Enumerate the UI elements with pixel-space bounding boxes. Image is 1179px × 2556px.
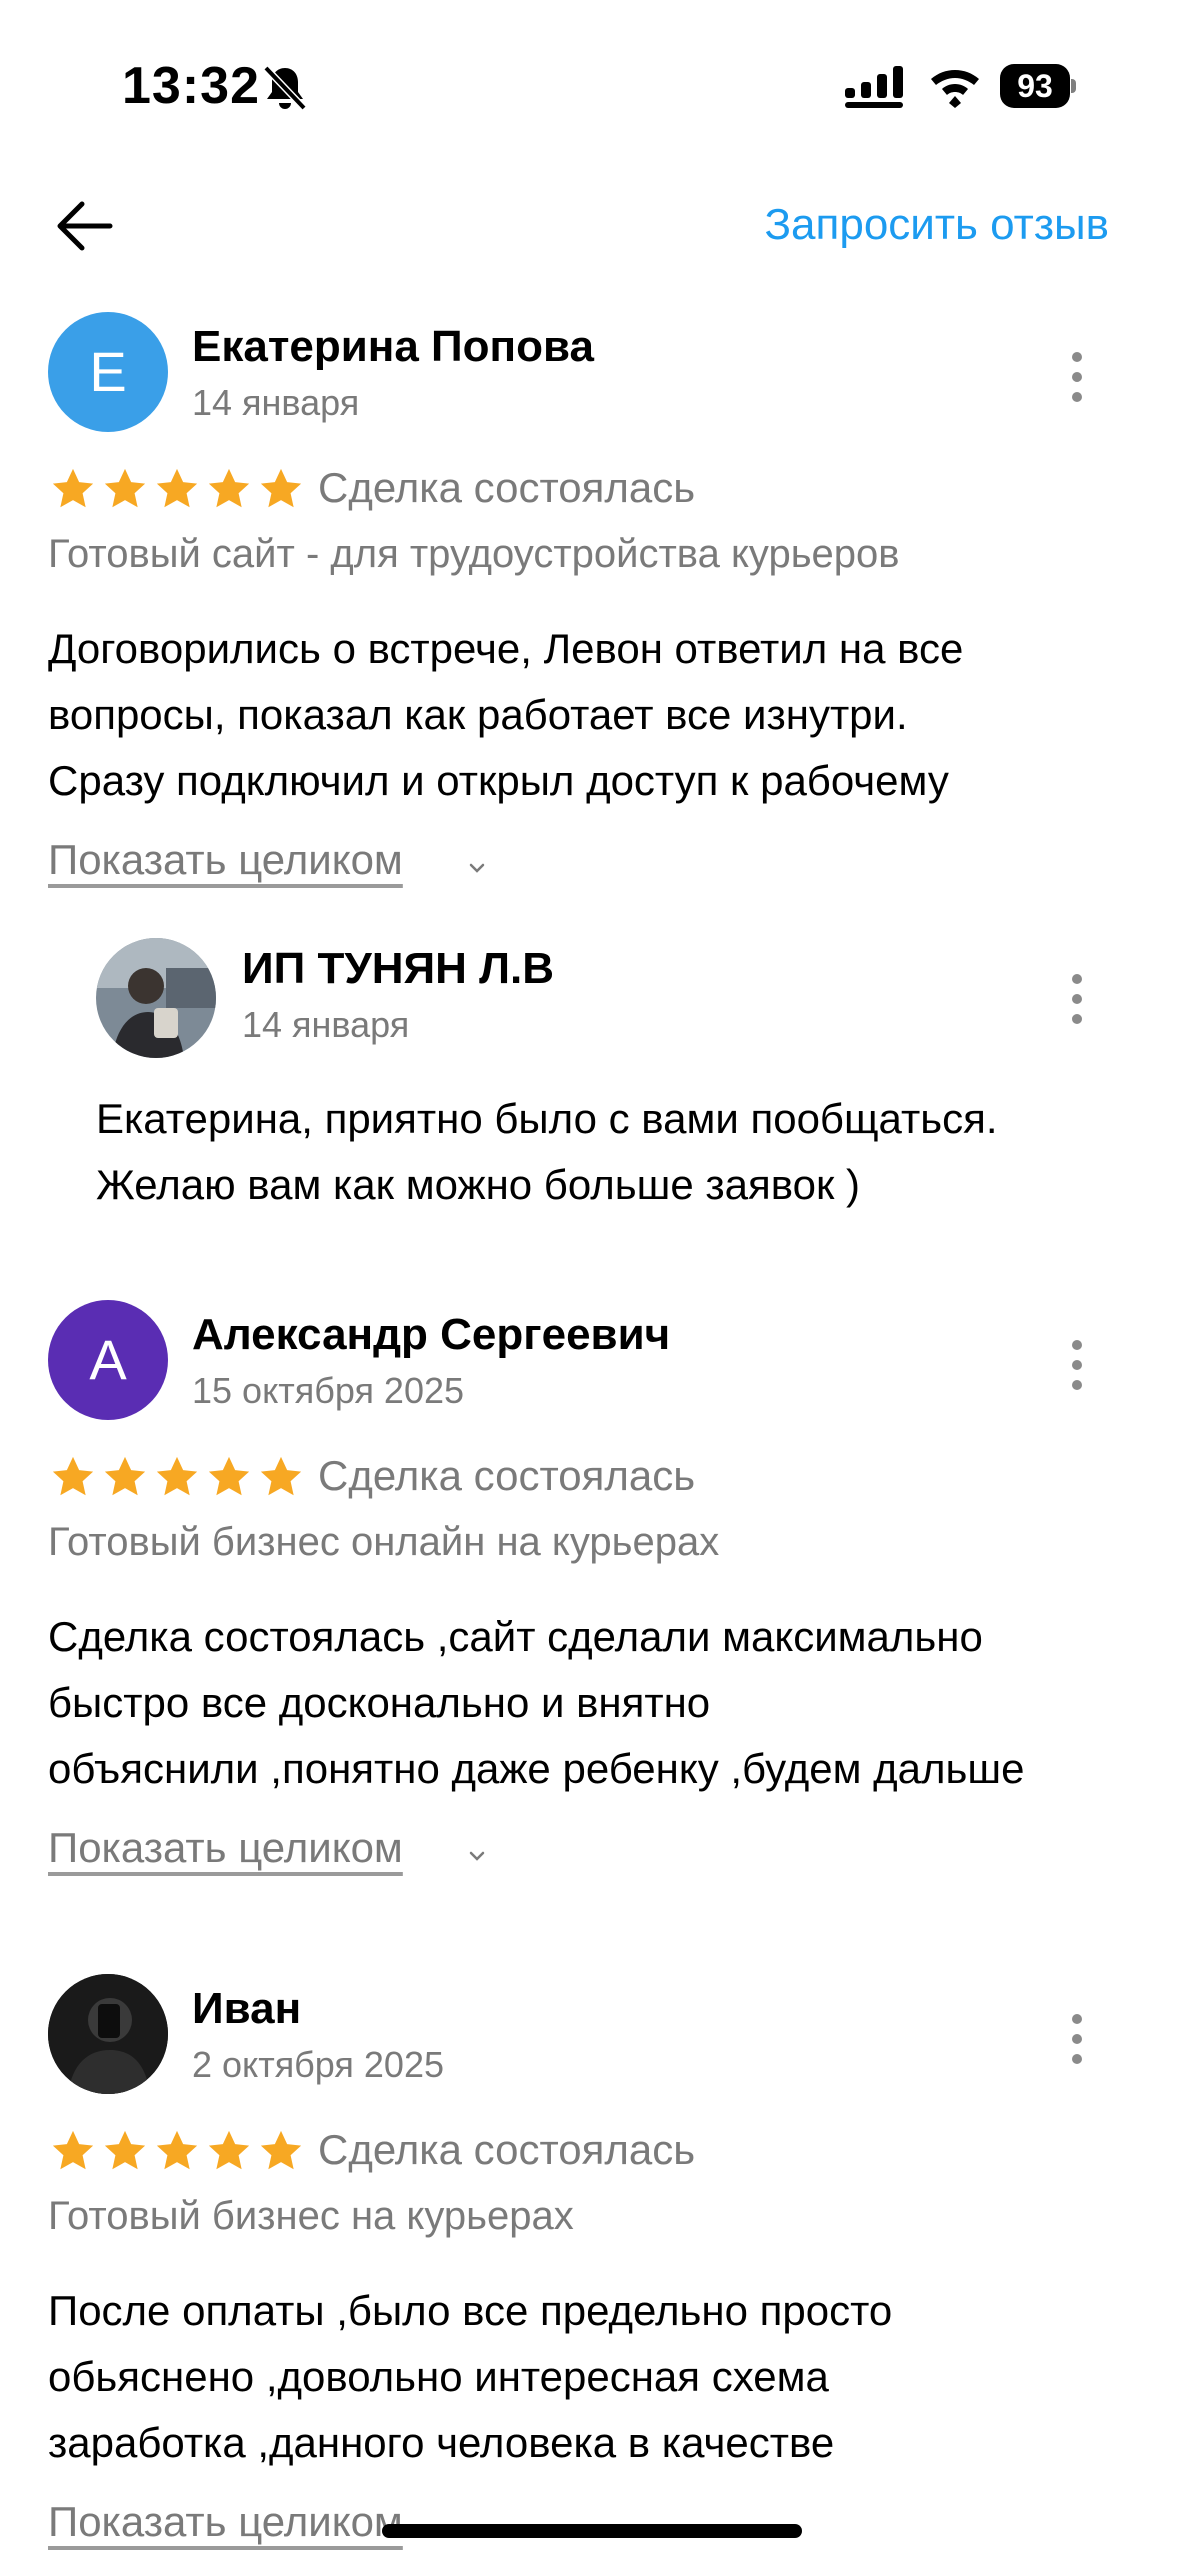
seller-photo [96, 938, 216, 1058]
home-indicator[interactable] [382, 2524, 802, 2538]
show-full-link[interactable]: Показать целиком [48, 2498, 403, 2546]
battery-indicator: 93 [1000, 64, 1076, 108]
review-text-line: Договорились о встрече, Левон ответил на… [48, 625, 964, 672]
avatar-letter: А [89, 1328, 127, 1391]
user-photo [48, 1974, 168, 2094]
star-icon [156, 468, 198, 508]
avatar-letter: Е [89, 340, 127, 403]
review-date: 15 октября 2025 [192, 1370, 465, 1411]
review-text-line: вопросы, показал как работает все изнутр… [48, 691, 908, 738]
review-text-line: объяснили ,понятно даже ребенку ,будем д… [48, 1745, 1025, 1792]
review-text-line: Сразу подключил и открыл доступ к рабоче… [48, 757, 949, 804]
review-text: Договорились о встрече, Левон ответил на… [48, 616, 1148, 814]
reply-text-line: Желаю вам как можно больше заявок ) [96, 1161, 860, 1208]
review-text: Сделка состоялась ,сайт сделали максимал… [48, 1604, 1148, 1802]
show-full-link[interactable]: Показать целиком [48, 836, 403, 884]
star-icon [156, 1456, 198, 1496]
avatar: Е [48, 312, 168, 432]
more-options-icon[interactable] [1062, 2010, 1092, 2070]
review-product: Готовый сайт - для трудоустройства курье… [48, 532, 900, 576]
review-author: Екатерина Попова [192, 322, 594, 371]
request-review-link[interactable]: Запросить отзыв [764, 200, 1109, 250]
star-icon [260, 1456, 302, 1496]
review-author: Иван [192, 1984, 302, 2033]
deal-status: Сделка состоялась [318, 464, 696, 511]
star-icon [104, 468, 146, 508]
deal-status: Сделка состоялась [318, 2126, 696, 2173]
star-icon [104, 1456, 146, 1496]
review-author: Александр Сергеевич [192, 1310, 671, 1359]
review-text-line: заработка ,данного человека в качестве [48, 2419, 835, 2466]
review-date: 2 октября 2025 [192, 2044, 444, 2085]
avatar: А [48, 1300, 168, 1420]
chevron-down-icon[interactable] [468, 862, 486, 874]
star-icon [52, 468, 94, 508]
rating-stars [50, 466, 304, 512]
review-text-line: Сделка состоялась ,сайт сделали максимал… [48, 1613, 983, 1660]
chevron-down-icon[interactable] [468, 1850, 486, 1862]
reply-date: 14 января [242, 1004, 410, 1045]
battery-level: 93 [1000, 64, 1070, 108]
star-icon [208, 1456, 250, 1496]
more-options-icon[interactable] [1062, 970, 1092, 1030]
rating-stars [50, 1454, 304, 1500]
review-product: Готовый бизнес на курьерах [48, 2194, 574, 2238]
show-full-link[interactable]: Показать целиком [48, 1824, 403, 1872]
star-icon [260, 2130, 302, 2170]
review-text-line: обьяснено ,довольно интересная схема [48, 2353, 829, 2400]
review-product: Готовый бизнес онлайн на курьерах [48, 1520, 720, 1564]
star-icon [260, 468, 302, 508]
seller-name: ИП ТУНЯН Л.В [242, 944, 554, 993]
status-time: 13:32 [122, 57, 260, 115]
wifi-icon [931, 70, 979, 108]
back-arrow-icon[interactable] [52, 196, 116, 256]
avatar [48, 1974, 168, 2094]
bell-muted-icon [263, 65, 307, 111]
rating-stars [50, 2128, 304, 2174]
review-date: 14 января [192, 382, 360, 423]
more-options-icon[interactable] [1062, 348, 1092, 408]
review-text-line: быстро все досконально и внятно [48, 1679, 711, 1726]
reply-text-line: Екатерина, приятно было с вами пообщатьс… [96, 1095, 998, 1142]
star-icon [208, 2130, 250, 2170]
star-icon [208, 468, 250, 508]
reply-text: Екатерина, приятно было с вами пообщатьс… [96, 1086, 998, 1218]
star-icon [104, 2130, 146, 2170]
review-text-line: После оплаты ,было все предельно просто [48, 2287, 893, 2334]
star-icon [156, 2130, 198, 2170]
cellular-signal-icon [845, 66, 903, 108]
review-text: После оплаты ,было все предельно просто … [48, 2278, 1148, 2476]
deal-status: Сделка состоялась [318, 1452, 696, 1499]
star-icon [52, 2130, 94, 2170]
battery-tip [1071, 79, 1076, 93]
status-bar: 13:32 93 [0, 0, 1179, 150]
more-options-icon[interactable] [1062, 1336, 1092, 1396]
star-icon [52, 1456, 94, 1496]
seller-avatar [96, 938, 216, 1058]
